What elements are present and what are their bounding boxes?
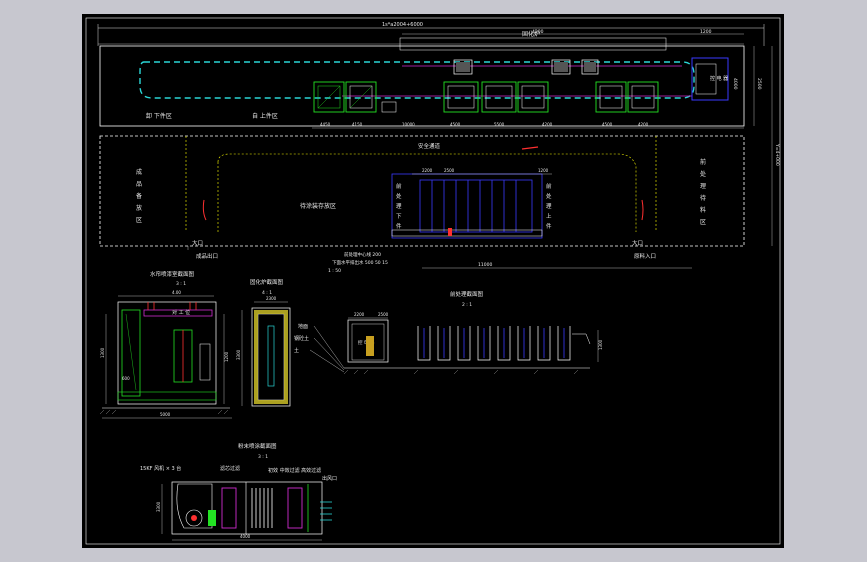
spray-section-scale: 3 : 1	[258, 454, 268, 460]
conveyor-track	[139, 61, 695, 99]
entrance-label: 原料入口	[634, 252, 656, 260]
svg-text:4450: 4450	[320, 122, 331, 127]
svg-text:4000: 4000	[240, 534, 251, 539]
note-1: 前处理中心线 200	[344, 251, 381, 258]
spray-section-title: 粉末喷涂截面图	[238, 442, 277, 450]
control-label: 控 电 器	[710, 75, 728, 82]
pretreat-unload-label: 前处理下件	[396, 182, 402, 230]
gauge-label: 4000	[732, 78, 738, 90]
height-note: Y=4+000	[774, 143, 780, 166]
entrance-door: 大口	[632, 239, 643, 247]
spray-booth-7	[627, 81, 659, 113]
svg-text:1200: 1200	[538, 168, 549, 173]
spray-booth-3	[443, 81, 479, 113]
unload-zone-label: 卸 下件区	[146, 112, 172, 120]
spray-booth-6	[595, 81, 627, 113]
svg-text:2500: 2500	[444, 168, 455, 173]
drawing-frame	[85, 17, 781, 545]
outlet-label: 出风口	[322, 475, 337, 482]
oven-section-title: 固化炉截面图	[250, 278, 284, 286]
solidify-furnace-label: 固化炉	[522, 30, 540, 38]
svg-text:1300: 1300	[598, 339, 603, 350]
svg-text:4500: 4500	[602, 122, 613, 127]
filter-label: 滤芯过滤	[220, 465, 240, 472]
svg-text:4500: 4500	[450, 122, 461, 127]
svg-text:地面: 地面	[298, 323, 308, 330]
svg-text:5000: 5000	[160, 412, 171, 417]
pretreat-section-title: 前处理截面图	[450, 290, 484, 298]
svg-text:钢砼土: 钢砼土	[294, 335, 309, 342]
forklift-route	[185, 136, 657, 232]
pretreat-tanks	[417, 326, 571, 361]
svg-text:2300: 2300	[266, 296, 277, 301]
paint-booth-section: 水帘喷漆室截面图 3 : 1 4.00 对 工 位 1300 600 1200 …	[99, 270, 232, 419]
pretreat-section: 前处理截面图 2 : 1 地面 钢砼土 土 2200 2500 控 电 器	[294, 290, 603, 375]
svg-text:2200: 2200	[422, 168, 433, 173]
overall-dim: 1s*a2004+6000	[382, 22, 423, 28]
spray-booth-5	[517, 81, 549, 113]
pretreat-waiting-zone: 前处理待料区	[700, 158, 706, 226]
cad-drawing-canvas: 1s*a2004+6000 4200 1200 固化炉 控 电 器 4000 卸…	[82, 14, 784, 548]
cad-drawing: 1s*a2004+6000 4200 1200 固化炉 控 电 器 4000 卸…	[85, 17, 781, 545]
center-zone-label: 待涂装存放区	[300, 202, 336, 210]
svg-text:1200: 1200	[224, 351, 229, 362]
paint-section-scale: 3 : 1	[176, 281, 186, 287]
primary-filter-label: 初效 中效过滤 高效过滤	[268, 467, 321, 474]
svg-text:600: 600	[122, 376, 130, 381]
paint-section-title: 水帘喷漆室截面图	[150, 270, 195, 278]
workshop-lower-wall	[99, 135, 745, 247]
svg-text:2200: 2200	[354, 312, 365, 317]
spray-booth-2	[345, 81, 377, 113]
fan-label: 15KF 风机 × 3 台	[140, 465, 181, 472]
svg-text:土: 土	[294, 347, 299, 354]
paint-pump-label: 对 工 位	[172, 309, 190, 316]
right-dim: 2500	[756, 78, 762, 90]
note-3: 1 : 50	[328, 268, 341, 274]
svg-text:4.00: 4.00	[172, 290, 181, 295]
finished-goods-zone: 成品备放区	[136, 168, 142, 224]
plan-view: 1s*a2004+6000 4200 1200 固化炉 控 电 器 4000 卸…	[97, 22, 780, 274]
pretreatment-area: 2200 2500 1200	[391, 168, 552, 239]
spray-booth-4	[481, 81, 517, 113]
pretreat-load-label: 前处理上件	[546, 182, 552, 230]
exit-door: 大口	[192, 239, 203, 247]
powder-spray-section: 粉末喷涂截面图 3 : 1 15KF 风机 × 3 台 滤芯过滤 初效 中效过滤…	[140, 442, 337, 541]
pretreat-bottom-dim: 11000	[478, 262, 492, 268]
svg-text:2500: 2500	[378, 312, 389, 317]
svg-text:5500: 5500	[494, 122, 505, 127]
svg-text:3300: 3300	[156, 501, 161, 512]
exit-label: 成品出口	[196, 252, 218, 260]
svg-text:4200: 4200	[542, 122, 553, 127]
segment-dims: 4450 4150 10000 4500 5500 4200 4500 4200	[312, 122, 744, 129]
oven-section: 固化炉截面图 4 : 1 2300 3300	[236, 278, 291, 407]
svg-text:10000: 10000	[402, 122, 415, 127]
spray-booth-1	[313, 81, 345, 113]
aisle-label: 安全通道	[418, 142, 441, 150]
filter-cartridge	[221, 487, 237, 529]
svg-text:1300: 1300	[100, 347, 105, 358]
svg-text:3300: 3300	[236, 349, 241, 360]
svg-text:4200: 4200	[638, 122, 649, 127]
note-2: 下面水平排出水 500 50 15	[332, 259, 388, 266]
load-zone-label: 自 上件区	[252, 112, 278, 120]
pretreat-section-scale: 2 : 1	[462, 302, 472, 308]
svg-text:4150: 4150	[352, 122, 363, 127]
